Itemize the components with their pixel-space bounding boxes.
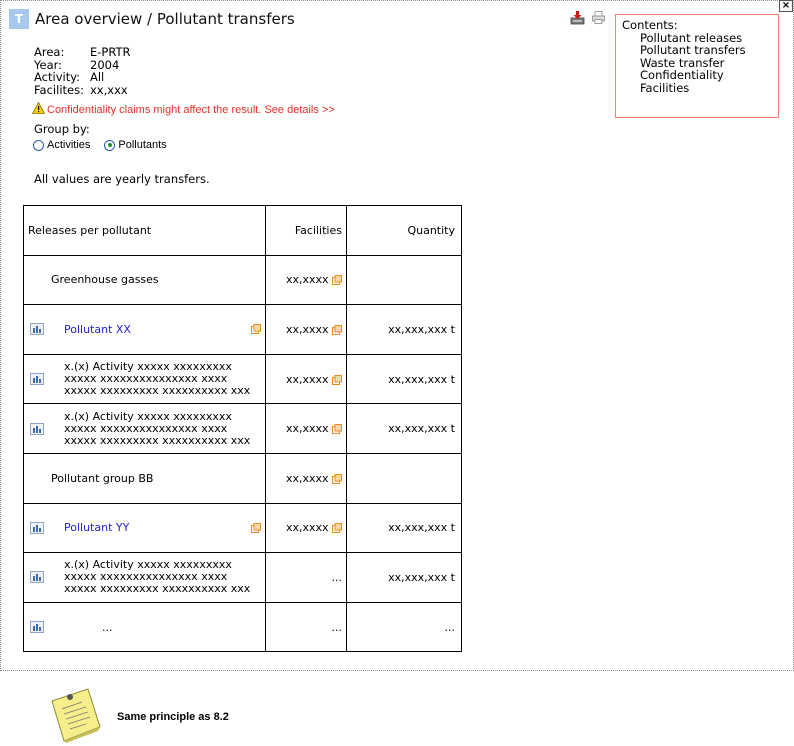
- facilities-count: xx,xxxx: [285, 471, 329, 485]
- table-row: Pollutant XX xx,xxxx xx,xxx,xxx t: [23, 304, 462, 355]
- quantity-value: xx,xxx,xxx t: [346, 403, 462, 454]
- radio-activities[interactable]: Activities: [33, 139, 90, 151]
- table-row: ... ... ...: [23, 601, 462, 653]
- pollutant-link[interactable]: Pollutant YY: [64, 521, 129, 534]
- table-row: x.(x) Activity xxxxx xxxxxxxxx xxxxx xxx…: [23, 403, 462, 454]
- toolbar: [570, 10, 606, 25]
- chart-icon[interactable]: [30, 521, 44, 534]
- quantity-value: xx,xxx,xxx t: [346, 502, 462, 554]
- facilities-count: xx,xxxx: [285, 422, 329, 436]
- table-row: x.(x) Activity xxxxx xxxxxxxxx xxxxx xxx…: [23, 353, 462, 405]
- chart-icon[interactable]: [30, 323, 44, 336]
- quantity-value: xx,xxx,xxx t: [346, 552, 462, 603]
- group-name: Pollutant group BB: [51, 471, 154, 485]
- contents-item-facilities[interactable]: Facilities: [622, 81, 772, 95]
- activity-description: x.(x) Activity xxxxx xxxxxxxxx xxxxx xxx…: [64, 361, 250, 397]
- external-link-icon[interactable]: [332, 523, 342, 534]
- activity-line: xxxxx xxxxxxxxx xxxxxxxxxx xxx: [64, 433, 251, 447]
- quantity-value: [346, 452, 462, 504]
- contents-heading: Contents:: [622, 18, 678, 32]
- external-link-icon[interactable]: [332, 424, 342, 435]
- area-label: Area:: [34, 45, 65, 59]
- area-value: E-PRTR: [90, 45, 131, 59]
- header-facilities[interactable]: Facilities: [265, 205, 347, 256]
- radio-activities-circle[interactable]: [33, 139, 44, 151]
- page-title: Area overview / Pollutant transfers: [35, 10, 295, 28]
- warning-text[interactable]: Confidentiality claims might affect the …: [47, 104, 335, 116]
- download-icon[interactable]: [570, 10, 585, 25]
- print-icon[interactable]: [591, 10, 606, 25]
- external-link-icon[interactable]: [251, 324, 261, 335]
- facilities-count: xx,xxxx: [285, 521, 329, 535]
- activity-line: xxxxx xxxxxxxxx xxxxxxxxxx xxx: [64, 384, 251, 398]
- radio-pollutants-label[interactable]: Pollutants: [118, 139, 166, 151]
- group-by-label: Group by:: [34, 122, 90, 136]
- facilities-count: xx,xxxx: [285, 372, 329, 386]
- sticky-note-text: Same principle as 8.2: [117, 711, 229, 723]
- activity-description: x.(x) Activity xxxxx xxxxxxxxx xxxxx xxx…: [64, 559, 250, 595]
- header-quantity[interactable]: Quantity: [346, 205, 462, 256]
- table-row: Greenhouse gasses xx,xxxx: [23, 254, 462, 306]
- activity-description: x.(x) Activity xxxxx xxxxxxxxx xxxxx xxx…: [64, 410, 251, 447]
- activity-line: xxxxx xxxxxxxxx xxxxxxxxxx xxx: [64, 582, 251, 596]
- group-by-options: Activities Pollutants: [33, 139, 167, 151]
- facilities-count: ...: [265, 552, 347, 603]
- quantity-value: [346, 254, 462, 306]
- external-link-icon[interactable]: [251, 522, 261, 533]
- facilities-value: xx,xxx: [90, 82, 128, 97]
- page-type-badge: T: [9, 9, 29, 29]
- external-link-icon[interactable]: [332, 275, 342, 286]
- header-releases-per-pollutant[interactable]: Releases per pollutant: [28, 224, 151, 237]
- facilities-count: ...: [265, 601, 347, 653]
- quantity-value: xx,xxx,xxx t: [346, 304, 462, 355]
- contents-box: Contents: Pollutant releases Pollutant t…: [615, 14, 779, 118]
- chart-icon[interactable]: [30, 422, 44, 435]
- contents-item-confidentiality[interactable]: Confidentiality: [622, 69, 772, 82]
- radio-pollutants-circle[interactable]: [104, 139, 116, 151]
- quantity-value: ...: [346, 601, 462, 653]
- external-link-icon[interactable]: [332, 324, 342, 335]
- sticky-note-icon: [48, 687, 104, 743]
- radio-pollutants[interactable]: Pollutants: [104, 139, 167, 151]
- chart-icon[interactable]: [30, 621, 44, 634]
- facilities-label: Facilites:: [34, 82, 84, 97]
- activity-value: All: [90, 70, 105, 84]
- more-rows-ellipsis: ...: [102, 620, 113, 634]
- yearly-note: All values are yearly transfers.: [34, 172, 210, 186]
- external-link-icon[interactable]: [332, 473, 342, 484]
- close-icon[interactable]: ×: [779, 0, 793, 12]
- facilities-count: xx,xxxx: [285, 273, 329, 287]
- transfers-table: Releases per pollutant Facilities Quanti…: [23, 205, 462, 653]
- confidentiality-warning[interactable]: Confidentiality claims might affect the …: [31, 101, 335, 117]
- group-name: Greenhouse gasses: [51, 273, 159, 287]
- table-row: x.(x) Activity xxxxx xxxxxxxxx xxxxx xxx…: [23, 552, 462, 603]
- external-link-icon[interactable]: [332, 374, 342, 385]
- warning-icon: [31, 101, 46, 117]
- table-row: Pollutant group BB xx,xxxx: [23, 452, 462, 504]
- table-row: Pollutant YY xx,xxxx xx,xxx,xxx t: [23, 502, 462, 554]
- facilities-count: xx,xxxx: [285, 322, 329, 336]
- activity-label: Activity:: [34, 70, 81, 84]
- pollutant-link[interactable]: Pollutant XX: [64, 323, 131, 336]
- contents-item-pollutant-transfers[interactable]: Pollutant transfers: [622, 44, 772, 57]
- radio-activities-label[interactable]: Activities: [47, 139, 90, 151]
- quantity-value: xx,xxx,xxx t: [346, 353, 462, 405]
- chart-icon[interactable]: [30, 571, 44, 584]
- chart-icon[interactable]: [30, 373, 44, 386]
- table-header-row: Releases per pollutant Facilities Quanti…: [23, 205, 462, 256]
- search-summary: Area: E-PRTR Year: 2004 Activity: All Facil…: [34, 46, 131, 96]
